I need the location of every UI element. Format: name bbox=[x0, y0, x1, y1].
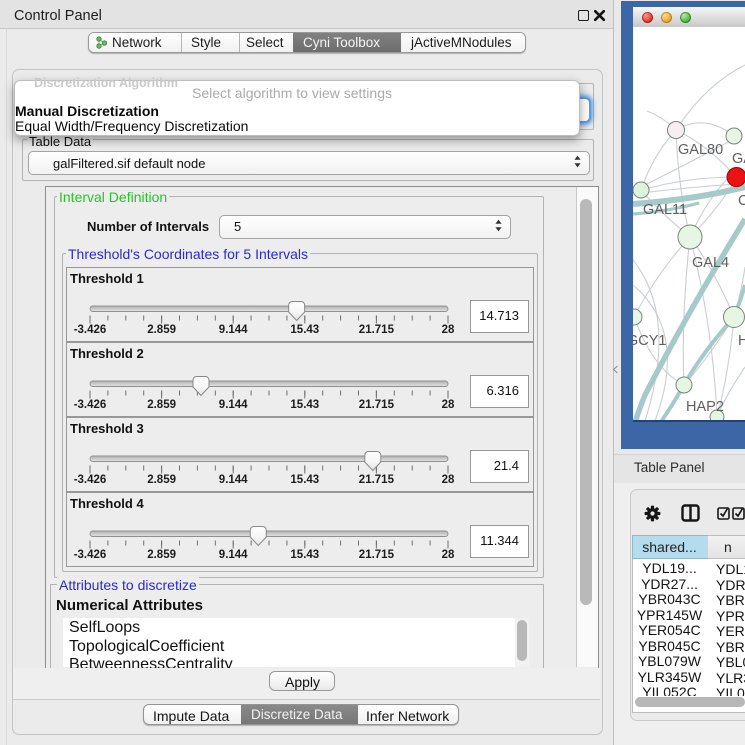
svg-text:C: C bbox=[738, 193, 745, 209]
svg-text:HAP2: HAP2 bbox=[686, 399, 724, 415]
svg-text:GAL11: GAL11 bbox=[643, 202, 687, 218]
svg-text:GCY1: GCY1 bbox=[633, 333, 667, 349]
svg-text:GAL80: GAL80 bbox=[678, 142, 723, 158]
svg-text:GA: GA bbox=[732, 151, 745, 167]
svg-text:H: H bbox=[738, 333, 745, 349]
svg-text:GAL4: GAL4 bbox=[692, 255, 729, 271]
